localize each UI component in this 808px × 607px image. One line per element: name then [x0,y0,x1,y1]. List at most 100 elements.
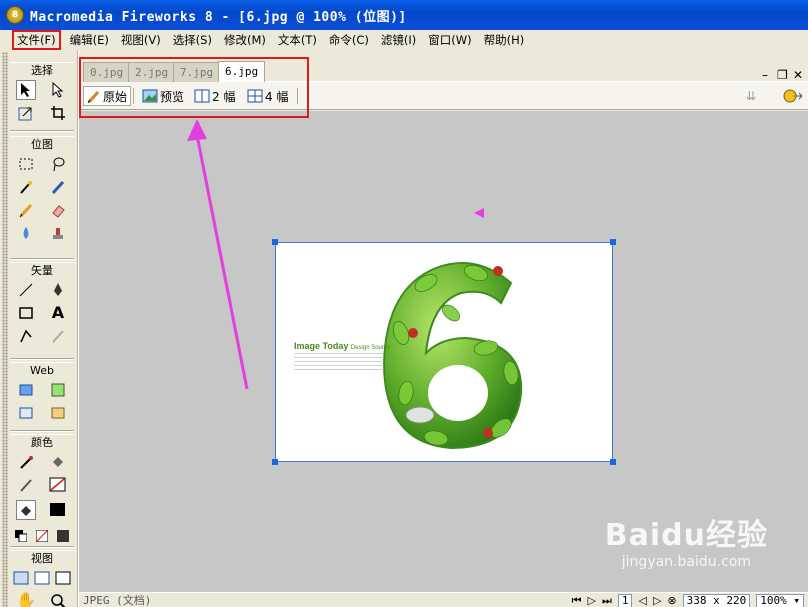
knife-tool-icon[interactable] [48,326,68,346]
fireworks-app-icon: 8 [6,6,24,24]
menu-help[interactable]: 帮助(H) [481,31,528,49]
line-tool-icon[interactable] [16,280,36,300]
rubber-stamp-icon[interactable] [48,223,68,243]
fullscreen-icon[interactable] [53,568,73,588]
annotation-arrow [187,119,484,390]
rectangle-tool-icon[interactable] [16,303,36,323]
swap-colors-icon[interactable] [53,526,73,546]
two-up-view-button[interactable]: 2 幅 [191,86,238,106]
no-color-icon[interactable] [32,526,52,546]
fill-swatch-icon[interactable] [48,500,68,520]
pencil-icon [87,90,100,103]
freeform-tool-icon[interactable] [16,326,36,346]
canvas-area[interactable]: Image Today Design Source Baidu经验 jingya… [79,111,808,592]
document-window: 0.jpg 2.jpg 7.jpg 6.jpg – ❐ ✕ 原始 预览 2 幅 … [79,50,808,607]
show-hotspots-icon[interactable] [48,403,68,423]
slice-tool-icon[interactable] [48,380,68,400]
fill-color-icon[interactable] [16,500,36,520]
section-label-select: 选择 [10,62,74,78]
section-label-vector: 矢量 [10,262,74,278]
frame-number: 1 [617,593,633,607]
menu-bar: 文件(F) 编辑(E) 视图(V) 选择(S) 修改(M) 文本(T) 命令(C… [0,30,808,50]
hide-hotspots-icon[interactable] [16,403,36,423]
quick-export-icon[interactable] [779,86,807,106]
tab-7-jpg[interactable]: 7.jpg [173,62,221,82]
standard-screen-icon[interactable] [11,568,31,588]
color-tools: 颜色 [10,434,74,547]
last-frame-icon[interactable]: ⏭ [602,594,612,607]
marquee-tool-icon[interactable] [16,154,36,174]
blur-tool-icon[interactable] [16,223,36,243]
menu-commands[interactable]: 命令(C) [326,31,372,49]
menu-edit[interactable]: 编辑(E) [67,31,112,49]
web-tools: Web [10,362,74,424]
stop-icon[interactable]: ⊗ [667,594,676,607]
four-up-icon [247,89,263,103]
menu-text[interactable]: 文本(T) [275,31,320,49]
menu-file[interactable]: 文件(F) [12,30,61,50]
default-colors-icon[interactable] [11,526,31,546]
status-controls: ⏮ ▷ ⏭ 1 ◁ ▷ ⊗ 338 x 220 100% ▾ [572,593,804,607]
preview-label: 预览 [160,89,185,104]
tab-0-jpg[interactable]: 0.jpg [83,62,131,82]
original-label: 原始 [103,89,128,104]
eyedropper-icon[interactable] [16,452,36,472]
four-up-label: 4 幅 [265,89,289,104]
close-icon[interactable]: ✕ [793,68,803,82]
eraser-tool-icon[interactable] [48,200,68,220]
image-preview-icon [142,89,158,103]
scale-tool-icon[interactable] [16,103,36,123]
panel-grip[interactable] [2,52,8,607]
zoom-tool-icon[interactable] [48,591,68,607]
section-label-bitmap: 位图 [10,136,74,152]
prev-frame-icon[interactable]: ◁ [638,594,646,607]
play-icon[interactable]: ▷ [587,594,595,607]
export-icon[interactable]: ⇊ [743,86,759,106]
menu-fullscreen-icon[interactable] [32,568,52,588]
stroke-color-icon[interactable] [16,475,36,495]
select-tools: 选择 [10,62,74,124]
canvas-size-field[interactable]: 338 x 220 [682,593,751,607]
menu-modify[interactable]: 修改(M) [221,31,269,49]
two-up-icon [194,89,210,103]
window-title: Macromedia Fireworks 8 - [6.jpg @ 100% (… [30,9,407,25]
view-tools: 视图 ✋ [10,550,74,607]
stroke-swatch-icon[interactable] [48,475,68,495]
preview-toolbar: 原始 预览 2 幅 4 幅 ⇊ [79,82,808,110]
paint-bucket-icon[interactable] [48,452,68,472]
pencil-tool-icon[interactable] [16,200,36,220]
document-tabs: 0.jpg 2.jpg 7.jpg 6.jpg – ❐ ✕ [79,58,808,83]
subselect-tool-icon[interactable] [48,80,68,100]
menu-view[interactable]: 视图(V) [118,31,164,49]
document-type-label: JPEG (文档) [83,594,152,607]
minimize-icon[interactable]: – [762,68,768,82]
vector-tools: 矢量 A [10,262,74,347]
tab-2-jpg[interactable]: 2.jpg [128,62,176,82]
section-label-view: 视图 [10,550,74,566]
title-bar: 8 Macromedia Fireworks 8 - [6.jpg @ 100%… [0,0,808,30]
section-label-web: Web [10,362,74,378]
two-up-label: 2 幅 [212,89,236,104]
crop-tool-icon[interactable] [48,103,68,123]
preview-view-button[interactable]: 预览 [139,86,187,106]
zoom-select[interactable]: 100% ▾ [756,593,804,607]
original-view-button[interactable]: 原始 [83,86,132,106]
menu-filters[interactable]: 滤镜(I) [378,31,419,49]
pointer-tool-icon[interactable] [16,79,36,100]
four-up-view-button[interactable]: 4 幅 [244,86,291,106]
bitmap-tools: 位图 [10,136,74,244]
menu-window[interactable]: 窗口(W) [425,31,474,49]
brush-tool-icon[interactable] [48,177,68,197]
text-tool-icon[interactable]: A [48,303,68,323]
magic-wand-icon[interactable] [16,177,36,197]
tab-6-jpg[interactable]: 6.jpg [218,61,266,83]
next-frame-icon[interactable]: ▷ [653,594,661,607]
pen-tool-icon[interactable] [48,280,68,300]
restore-icon[interactable]: ❐ [777,68,788,82]
menu-select[interactable]: 选择(S) [170,31,215,49]
status-bar: JPEG (文档) ⏮ ▷ ⏭ 1 ◁ ▷ ⊗ 338 x 220 100% ▾ [79,592,808,607]
first-frame-icon[interactable]: ⏮ [572,594,582,607]
hotspot-tool-icon[interactable] [16,380,36,400]
hand-tool-icon[interactable]: ✋ [16,591,36,607]
lasso-tool-icon[interactable] [48,154,68,174]
